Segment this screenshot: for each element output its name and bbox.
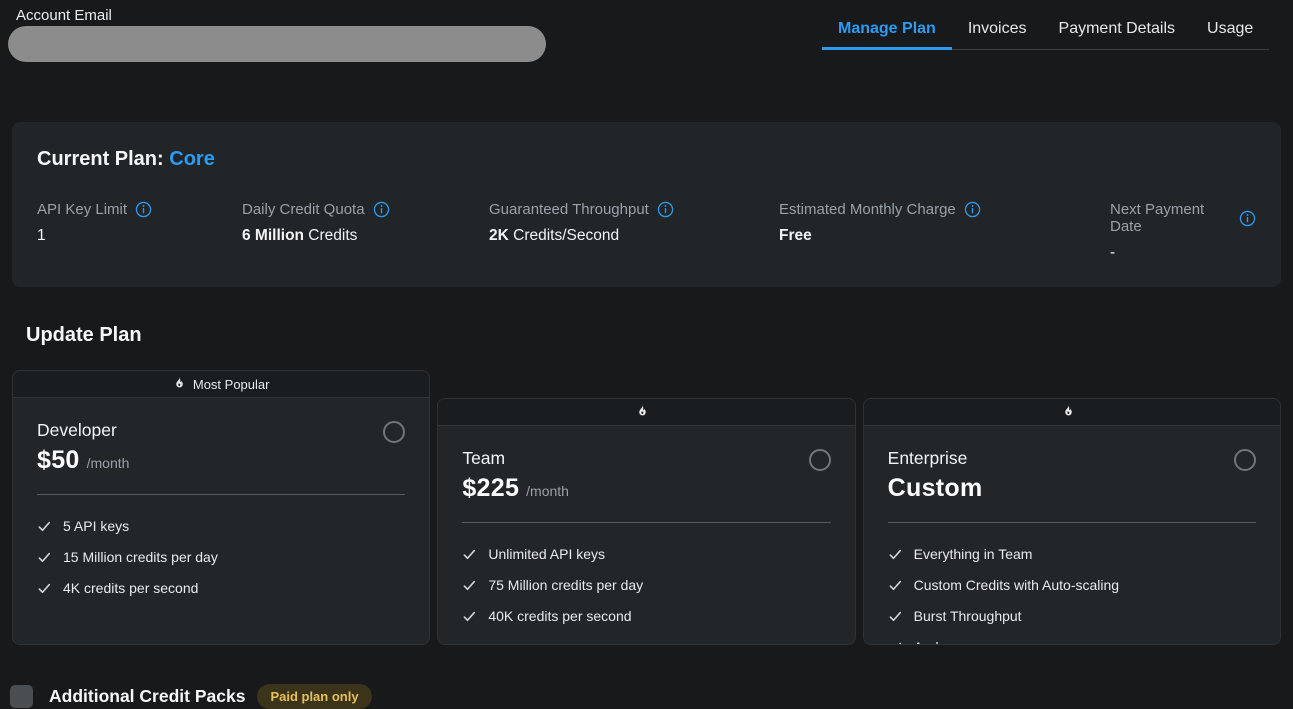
- stat-value: Free: [779, 227, 1110, 245]
- tab-payment-details[interactable]: Payment Details: [1043, 0, 1192, 50]
- plan-radio[interactable]: [1234, 449, 1256, 471]
- info-icon[interactable]: [373, 201, 390, 218]
- plan-feature-text: 75 Million credits per day: [488, 577, 643, 593]
- update-plan-heading: Update Plan: [26, 324, 1293, 347]
- plan-feature: Unlimited API keys: [462, 546, 830, 562]
- check-icon: [888, 640, 903, 646]
- plan-feature-text: 40K credits per second: [488, 608, 631, 624]
- plan-features: Everything in Team Custom Credits with A…: [888, 546, 1256, 645]
- plan-feature-text: 5 API keys: [63, 518, 129, 534]
- check-icon: [462, 609, 477, 624]
- plan-column: Most Popular Developer $50 /month: [12, 370, 430, 645]
- plan-feature: 40K credits per second: [462, 608, 830, 624]
- check-icon: [888, 547, 903, 562]
- check-icon: [37, 581, 52, 596]
- most-popular-banner: [864, 399, 1280, 426]
- stat-value: 2K Credits/Second: [489, 227, 779, 245]
- plan-column: Team $225 /month Unlimited API keys: [437, 398, 855, 645]
- plan-feature: 75 Million credits per day: [462, 577, 830, 593]
- check-icon: [888, 578, 903, 593]
- plan-features: Unlimited API keys 75 Million credits pe…: [462, 546, 830, 624]
- plan-stat: Next Payment Date -: [1110, 201, 1256, 262]
- page-header: Account Email Manage PlanInvoicesPayment…: [0, 0, 1293, 95]
- plan-feature: Custom Credits with Auto-scaling: [888, 577, 1256, 593]
- plan-stat: Estimated Monthly Charge Free: [779, 201, 1110, 262]
- plan-price: $225: [462, 474, 519, 503]
- plan-card-enterprise[interactable]: Enterprise Custom Everything in Team: [863, 398, 1281, 645]
- plan-price: $50: [37, 446, 80, 475]
- current-plan-card: Current Plan: Core API Key Limit 1 Daily…: [12, 122, 1281, 287]
- stat-label: Guaranteed Throughput: [489, 201, 649, 218]
- stat-value: -: [1110, 244, 1256, 262]
- plan-card-developer[interactable]: Most Popular Developer $50 /month: [12, 370, 430, 645]
- info-icon[interactable]: [964, 201, 981, 218]
- plan-divider: [888, 522, 1256, 523]
- plan-feature: Everything in Team: [888, 546, 1256, 562]
- stat-label: Daily Credit Quota: [242, 201, 365, 218]
- check-icon: [37, 550, 52, 565]
- current-plan-title-prefix: Current Plan:: [37, 148, 169, 170]
- credit-packs-checkbox[interactable]: [10, 685, 33, 708]
- tab-manage-plan[interactable]: Manage Plan: [822, 0, 952, 50]
- paid-plan-only-badge: Paid plan only: [257, 684, 371, 709]
- plan-feature: 5 API keys: [37, 518, 405, 534]
- plan-name: Enterprise: [888, 448, 983, 469]
- plan-feature-text: 4K credits per second: [63, 580, 198, 596]
- stat-label: API Key Limit: [37, 201, 127, 218]
- flame-icon: [1062, 404, 1075, 420]
- plan-stat: Guaranteed Throughput 2K Credits/Second: [489, 201, 779, 262]
- plan-feature-text: Everything in Team: [914, 546, 1033, 562]
- plan-period: /month: [526, 483, 569, 499]
- plan-options: Most Popular Developer $50 /month: [12, 370, 1281, 645]
- plan-price: Custom: [888, 474, 983, 503]
- plan-column: Enterprise Custom Everything in Team: [863, 398, 1281, 645]
- account-email-input[interactable]: [8, 26, 546, 62]
- stat-value: 6 Million Credits: [242, 227, 489, 245]
- check-icon: [888, 609, 903, 624]
- billing-tabs: Manage PlanInvoicesPayment DetailsUsage: [822, 0, 1269, 50]
- plan-name: Team: [462, 448, 569, 469]
- plan-period: /month: [87, 455, 130, 471]
- info-icon[interactable]: [657, 201, 674, 218]
- tab-usage[interactable]: Usage: [1191, 0, 1269, 50]
- plan-feature: 4K credits per second: [37, 580, 405, 596]
- plan-feature-text: Burst Throughput: [914, 608, 1022, 624]
- current-plan-title: Current Plan: Core: [37, 148, 1256, 171]
- plan-feature-text: Unlimited API keys: [488, 546, 605, 562]
- plan-name: Developer: [37, 420, 129, 441]
- credit-packs-label: Additional Credit Packs: [49, 686, 245, 707]
- plan-feature-text: 15 Million credits per day: [63, 549, 218, 565]
- plan-feature: Burst Throughput: [888, 608, 1256, 624]
- check-icon: [462, 578, 477, 593]
- stat-label: Estimated Monthly Charge: [779, 201, 956, 218]
- plan-features: 5 API keys 15 Million credits per day 4K…: [37, 518, 405, 596]
- plan-radio[interactable]: [809, 449, 831, 471]
- plan-card-team[interactable]: Team $225 /month Unlimited API keys: [437, 398, 855, 645]
- current-plan-name: Core: [169, 148, 215, 170]
- plan-feature-text: Custom Credits with Auto-scaling: [914, 577, 1119, 593]
- flame-icon: [636, 404, 649, 420]
- flame-icon: [173, 376, 186, 392]
- stat-value: 1: [37, 227, 242, 245]
- check-icon: [37, 519, 52, 534]
- stat-label: Next Payment Date: [1110, 201, 1231, 235]
- plan-radio[interactable]: [383, 421, 405, 443]
- info-icon[interactable]: [135, 201, 152, 218]
- plan-stat: API Key Limit 1: [37, 201, 242, 262]
- plan-divider: [37, 494, 405, 495]
- check-icon: [462, 547, 477, 562]
- plan-feature: 15 Million credits per day: [37, 549, 405, 565]
- most-popular-label: Most Popular: [193, 377, 270, 392]
- credit-packs-row: Additional Credit Packs Paid plan only: [10, 684, 1293, 709]
- account-email-label: Account Email: [16, 7, 112, 24]
- most-popular-banner: [438, 399, 854, 426]
- current-plan-stats: API Key Limit 1 Daily Credit Quota 6 M: [37, 201, 1256, 262]
- plan-divider: [462, 522, 830, 523]
- plan-stat: Daily Credit Quota 6 Million Credits: [242, 201, 489, 262]
- tab-invoices[interactable]: Invoices: [952, 0, 1043, 50]
- most-popular-banner: Most Popular: [13, 371, 429, 398]
- plan-feature: And more: [888, 639, 1256, 645]
- plan-feature-text: And more: [914, 639, 975, 645]
- info-icon[interactable]: [1239, 210, 1256, 227]
